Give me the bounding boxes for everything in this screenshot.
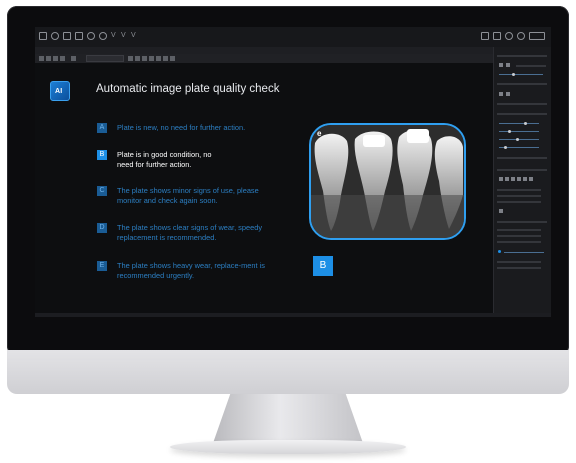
globe-icon[interactable] [505,32,513,40]
right-properties-panel [493,47,551,317]
panel-button[interactable] [511,177,515,181]
panel-button[interactable] [505,177,509,181]
xray-corner-label: e [317,129,322,138]
panel-button[interactable] [517,177,521,181]
ai-label: AI [55,88,63,95]
panel-button[interactable] [499,63,503,67]
option-text: Plate is in good condition, no need for … [117,150,212,169]
tool-icon[interactable] [53,56,58,61]
ai-icon: AI [50,81,70,101]
page-title: Automatic image plate quality check [96,83,280,95]
active-indicator [498,250,501,253]
users-icon[interactable] [51,32,59,40]
panel-row [497,103,547,105]
slider-handle[interactable] [524,122,527,125]
slider-handle[interactable] [508,130,511,133]
panel-slider[interactable] [499,139,539,140]
tool-icon[interactable] [60,56,65,61]
panel-row [497,195,541,197]
panel-row [497,261,541,263]
v-icon[interactable]: V [111,32,119,40]
tool-icon[interactable] [46,56,51,61]
panel-row [497,201,541,203]
option-letter: D [97,223,107,233]
tool-icon[interactable] [149,56,154,61]
option-letter: B [97,150,107,160]
panel-button[interactable] [529,177,533,181]
panel-slider[interactable] [499,74,543,75]
option-letter: E [97,261,107,271]
layers-icon[interactable] [75,32,83,40]
dental-xray-image: e [309,123,466,240]
top-toolbar: V V V [35,27,551,48]
panel-slider[interactable] [504,252,544,253]
result-badge: B [313,256,333,276]
panel-row [497,113,547,115]
panel-button[interactable] [499,209,503,213]
panel-row [497,267,541,269]
panel-row [497,55,547,57]
panel-row [497,235,541,237]
tool-icon[interactable] [142,56,147,61]
option-text: The plate shows clear signs of wear, spe… [117,223,263,242]
panel-button[interactable] [499,177,503,181]
panel-button[interactable] [499,92,503,96]
transfer-icon[interactable] [493,32,501,40]
tool-icon[interactable] [170,56,175,61]
panel-slider[interactable] [499,123,539,124]
panel-row [497,157,547,159]
slider-handle[interactable] [516,138,519,141]
vv-icon[interactable]: V [121,32,129,40]
status-bar [35,313,551,317]
panel-row [497,241,541,243]
help-icon[interactable] [99,32,107,40]
logo-icon [529,32,545,40]
slide-area: AI Automatic image plate quality check A… [35,63,493,317]
tool-icon[interactable] [163,56,168,61]
image-icon[interactable] [63,32,71,40]
option-letter: C [97,186,107,196]
panel-button[interactable] [523,177,527,181]
tool-icon[interactable] [39,56,44,61]
tool-icon[interactable] [128,56,133,61]
window-icon[interactable] [39,32,47,40]
panel-row [497,189,541,191]
slider-handle[interactable] [504,146,507,149]
tool-icon[interactable] [156,56,161,61]
monitor-icon[interactable] [481,32,489,40]
option-text: The plate shows minor signs of use, plea… [117,186,259,205]
menubar [35,47,551,54]
monitor-stand [212,394,364,446]
power-icon[interactable] [517,32,525,40]
option-text: Plate is new, no need for further action… [117,123,246,132]
slider-handle[interactable] [512,73,515,76]
option-letter: A [97,123,107,133]
panel-button[interactable] [506,92,510,96]
view-dropdown[interactable] [86,55,124,62]
w-icon[interactable]: V [131,32,139,40]
screen: V V V AI Automatic image plate quality c… [35,27,551,317]
xray-teeth [311,125,464,238]
panel-row [497,83,547,85]
option-text: The plate shows heavy wear, replace-ment… [117,261,265,280]
panel-button[interactable] [506,63,510,67]
tool-icon[interactable] [135,56,140,61]
panel-select[interactable] [516,65,546,67]
panel-row [497,169,547,171]
panel-row [497,221,547,223]
monitor-chin [7,350,569,394]
panel-row [497,229,541,231]
monitor-foot [170,440,406,454]
settings-icon[interactable] [87,32,95,40]
tool-icon[interactable] [71,56,76,61]
panel-slider[interactable] [499,131,539,132]
